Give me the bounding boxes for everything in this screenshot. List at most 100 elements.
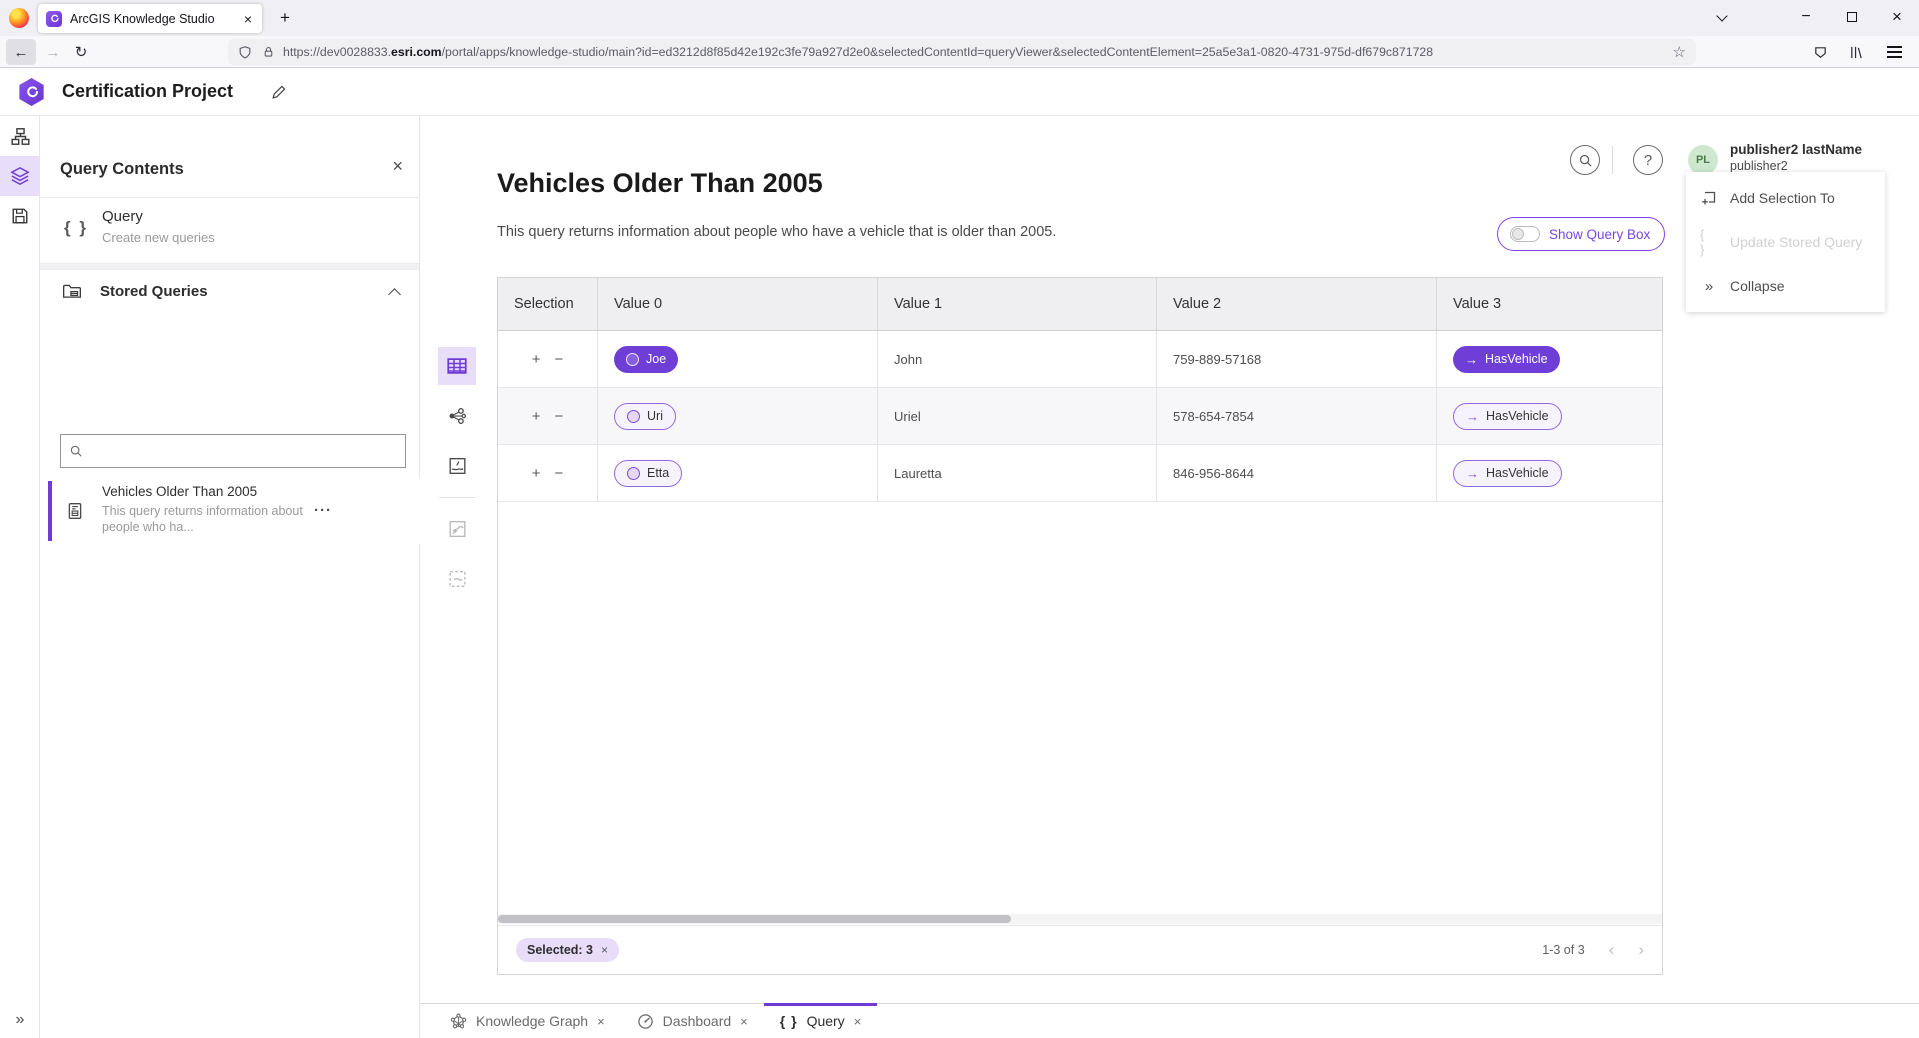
reload-button[interactable]: ↻ xyxy=(66,39,96,65)
map-selection-icon[interactable] xyxy=(438,510,476,548)
tab-close-icon[interactable]: × xyxy=(242,11,254,27)
stored-queries-search[interactable] xyxy=(60,434,406,468)
bookmark-star-icon[interactable]: ☆ xyxy=(1673,43,1686,61)
clear-selection-icon[interactable]: × xyxy=(601,943,608,957)
lock-icon[interactable] xyxy=(262,45,275,59)
entity-dot-icon xyxy=(626,353,639,366)
library-icon[interactable] xyxy=(1842,41,1870,63)
tab-close-icon[interactable]: × xyxy=(854,1014,862,1029)
window-close-button[interactable]: × xyxy=(1875,0,1919,34)
browser-tab[interactable]: ArcGIS Knowledge Studio × xyxy=(38,4,262,33)
toggle-knob xyxy=(1512,228,1524,240)
entity-pill[interactable]: Uri xyxy=(614,403,676,430)
tab-dashboard[interactable]: Dashboard × xyxy=(621,1004,764,1038)
select-area-icon[interactable] xyxy=(438,560,476,598)
header-divider xyxy=(1612,146,1613,174)
entity-cell: Etta xyxy=(598,445,878,501)
sitemap-icon[interactable] xyxy=(0,116,40,156)
menu-hamburger-icon[interactable] xyxy=(1880,41,1908,63)
view-toolstrip xyxy=(438,347,476,610)
column-header-selection[interactable]: Selection xyxy=(498,278,598,330)
remove-from-selection-icon[interactable]: − xyxy=(555,408,564,425)
tab-close-icon[interactable]: × xyxy=(740,1014,748,1029)
forward-button[interactable]: → xyxy=(38,39,68,65)
table-row: + − Etta Lauretta 846-956-8644 →HasVehic… xyxy=(498,445,1662,502)
table-header-row: Selection Value 0 Value 1 Value 2 Value … xyxy=(498,278,1662,331)
new-query-item[interactable]: { } Query Create new queries xyxy=(40,198,419,264)
tab-list-chevron-icon[interactable] xyxy=(1700,0,1744,34)
collapse-section-chevron-icon[interactable] xyxy=(388,288,401,301)
collapse-chevrons-icon: » xyxy=(1700,278,1718,295)
entity-cell: Joe xyxy=(598,331,878,387)
add-to-selection-icon[interactable]: + xyxy=(532,408,541,425)
column-header-value1[interactable]: Value 1 xyxy=(878,278,1157,330)
save-icon[interactable] xyxy=(0,196,40,236)
expand-panel-chevrons-icon[interactable]: » xyxy=(0,1006,40,1034)
firefox-icon[interactable] xyxy=(9,8,29,28)
minimize-button[interactable]: − xyxy=(1784,0,1828,34)
selection-cell: + − xyxy=(498,445,598,501)
panel-close-icon[interactable]: × xyxy=(392,156,403,177)
column-header-value3[interactable]: Value 3 xyxy=(1437,278,1663,330)
toggle-switch[interactable] xyxy=(1510,226,1540,242)
arrow-right-icon: → xyxy=(1466,466,1479,481)
selected-count-label: Selected: 3 xyxy=(527,943,593,957)
braces-icon: { } xyxy=(64,218,88,238)
horizontal-scrollbar xyxy=(498,914,1662,924)
relationship-pill[interactable]: →HasVehicle xyxy=(1453,346,1560,373)
relationship-cell: →HasVehicle xyxy=(1437,445,1663,501)
pagination-range: 1-3 of 3 xyxy=(1542,943,1584,957)
value1-cell: John xyxy=(878,331,1157,387)
map-view-icon[interactable] xyxy=(438,447,476,485)
item-options-kebab-icon[interactable]: ··· xyxy=(314,502,332,519)
relationship-pill[interactable]: →HasVehicle xyxy=(1453,460,1562,487)
context-menu: Add Selection To { } Update Stored Query… xyxy=(1686,172,1885,312)
user-info[interactable]: publisher2 lastName publisher2 xyxy=(1730,141,1862,175)
table-view-icon[interactable] xyxy=(438,347,476,385)
new-tab-button[interactable]: + xyxy=(272,6,298,30)
show-query-box-toggle[interactable]: Show Query Box xyxy=(1497,217,1665,251)
scrollbar-thumb[interactable] xyxy=(498,915,1011,923)
previous-page-icon[interactable]: ‹ xyxy=(1609,940,1615,960)
back-button[interactable]: ← xyxy=(6,39,36,65)
menu-item-collapse[interactable]: » Collapse xyxy=(1686,264,1885,308)
tab-query[interactable]: { } Query × xyxy=(764,1004,878,1038)
remove-from-selection-icon[interactable]: − xyxy=(555,351,564,368)
layers-icon[interactable] xyxy=(0,156,40,196)
menu-item-add-selection-to[interactable]: Add Selection To xyxy=(1686,176,1885,220)
entity-pill[interactable]: Etta xyxy=(614,460,682,487)
help-button[interactable]: ? xyxy=(1633,145,1663,175)
knowledge-studio-logo-icon xyxy=(18,78,45,106)
search-button[interactable] xyxy=(1570,145,1600,175)
user-avatar[interactable]: PL xyxy=(1688,145,1718,175)
tracking-shield-icon[interactable] xyxy=(238,45,252,60)
add-to-selection-icon[interactable]: + xyxy=(532,351,541,368)
bottom-tab-bar: Knowledge Graph × Dashboard × { } Query … xyxy=(420,1003,1919,1038)
tab-knowledge-graph[interactable]: Knowledge Graph × xyxy=(434,1004,621,1038)
entity-pill[interactable]: Joe xyxy=(614,346,678,373)
menu-item-update-stored-query[interactable]: { } Update Stored Query xyxy=(1686,220,1885,264)
next-page-icon[interactable]: › xyxy=(1638,940,1644,960)
braces-icon: { } xyxy=(780,1013,798,1029)
url-bar[interactable]: https://dev0028833.esri.com/portal/apps/… xyxy=(228,39,1696,65)
tab-close-icon[interactable]: × xyxy=(597,1014,605,1029)
stored-query-item[interactable]: Vehicles Older Than 2005 This query retu… xyxy=(40,478,420,544)
link-chart-view-icon[interactable] xyxy=(438,397,476,435)
column-header-value0[interactable]: Value 0 xyxy=(598,278,878,330)
left-rail: » xyxy=(0,116,40,1038)
edit-title-pencil-icon[interactable] xyxy=(266,80,290,104)
remove-from-selection-icon[interactable]: − xyxy=(555,465,564,482)
relationship-pill[interactable]: →HasVehicle xyxy=(1453,403,1562,430)
browser-toolbar: ← → ↻ https://dev0028833.esri.com/portal… xyxy=(0,36,1919,68)
value2-cell: 578-654-7854 xyxy=(1157,388,1437,444)
search-icon xyxy=(69,444,83,458)
column-header-value2[interactable]: Value 2 xyxy=(1157,278,1437,330)
relationship-cell: →HasVehicle xyxy=(1437,331,1663,387)
stored-queries-search-input[interactable] xyxy=(89,444,397,459)
braces-icon: { } xyxy=(1700,227,1718,257)
stored-query-doc-icon xyxy=(66,502,84,520)
selected-count-chip[interactable]: Selected: 3 × xyxy=(516,938,619,962)
add-to-selection-icon[interactable]: + xyxy=(532,465,541,482)
maximize-button[interactable] xyxy=(1830,0,1874,34)
save-to-pocket-icon[interactable] xyxy=(1806,41,1834,63)
